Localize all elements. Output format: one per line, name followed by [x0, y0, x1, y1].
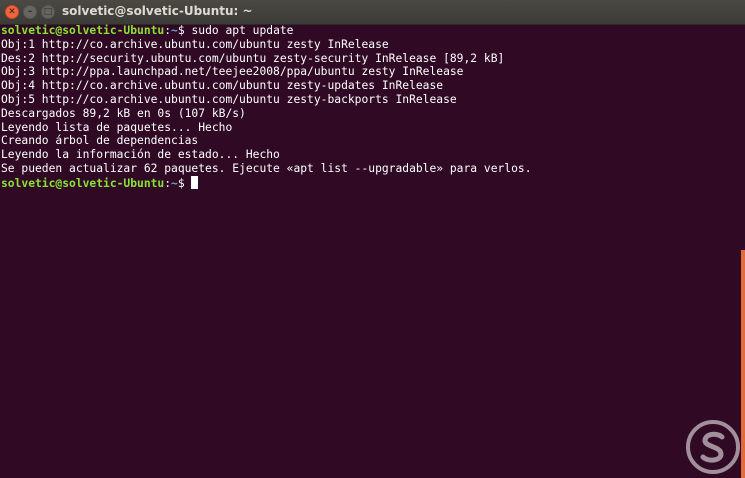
minimize-icon[interactable]: – — [23, 5, 37, 19]
command-line: solvetic@solvetic-Ubuntu:~$ sudo apt upd… — [1, 24, 731, 38]
output-line: Creando árbol de dependencias — [1, 134, 199, 148]
active-prompt-line[interactable]: solvetic@solvetic-Ubuntu:~$ — [1, 175, 731, 190]
output-line: Descargados 89,2 kB en 0s (107 kB/s) — [1, 106, 246, 120]
prompt-user: solvetic@solvetic-Ubuntu — [1, 24, 165, 37]
prompt-symbol: $ — [177, 24, 192, 37]
command-text: sudo apt update — [191, 24, 294, 37]
solvetic-logo-icon — [686, 420, 740, 474]
title-bar[interactable]: ✕ – □ solvetic@solvetic-Ubuntu: ~ — [0, 0, 745, 25]
prompt-path: ~ — [171, 176, 178, 190]
output-line: Leyendo lista de paquetes... Hecho — [1, 120, 233, 134]
terminal-window: ✕ – □ solvetic@solvetic-Ubuntu: ~ solvet… — [0, 0, 745, 478]
output-line: Obj:1 http://co.archive.ubuntu.com/ubunt… — [1, 37, 389, 51]
output-line: Obj:4 http://co.archive.ubuntu.com/ubunt… — [1, 79, 444, 93]
output-line: Leyendo la información de estado... Hech… — [1, 148, 280, 162]
maximize-icon[interactable]: □ — [41, 5, 55, 19]
window-title: solvetic@solvetic-Ubuntu: ~ — [62, 4, 253, 18]
prompt-user: solvetic@solvetic-Ubuntu — [1, 176, 165, 190]
output-line: Obj:5 http://co.archive.ubuntu.com/ubunt… — [1, 92, 457, 106]
text-cursor — [191, 175, 199, 189]
close-icon[interactable]: ✕ — [5, 5, 19, 19]
output-line: Des:2 http://security.ubuntu.com/ubuntu … — [1, 51, 505, 65]
output-line: Se pueden actualizar 62 paquetes. Ejecut… — [1, 161, 532, 175]
output-line: Obj:3 http://ppa.launchpad.net/teejee200… — [1, 65, 464, 79]
prompt-symbol: $ — [177, 176, 192, 190]
prompt-path: ~ — [171, 24, 178, 37]
terminal-content[interactable]: solvetic@solvetic-Ubuntu:~$ sudo apt upd… — [1, 24, 731, 478]
